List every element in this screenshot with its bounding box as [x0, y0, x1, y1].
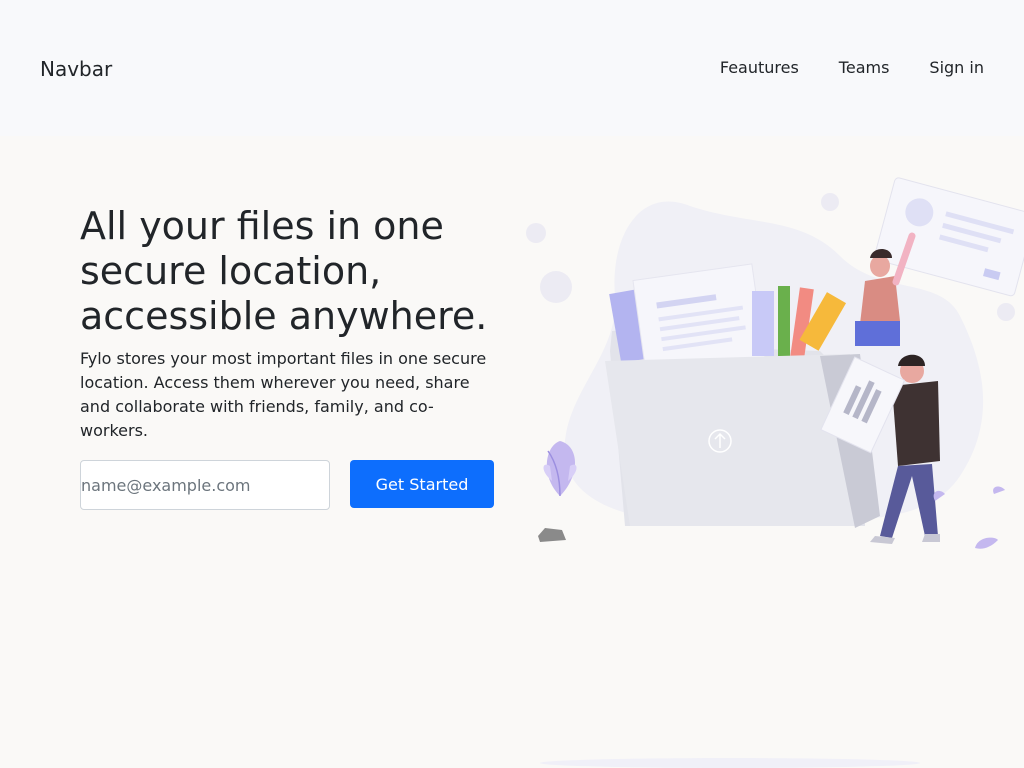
navbar-brand[interactable]: Navbar — [40, 57, 112, 81]
hero-title: All your files in one secure location, a… — [80, 204, 488, 338]
nav-link-sign-in[interactable]: Sign in — [929, 58, 984, 77]
nav-link-features[interactable]: Feautures — [720, 58, 799, 77]
hero-section: All your files in one secure location, a… — [0, 136, 1024, 768]
nav-link-teams[interactable]: Teams — [839, 58, 890, 77]
bottom-shadow — [540, 758, 920, 768]
hero-description: Fylo stores your most important files in… — [80, 349, 487, 440]
file-sharing-illustration — [526, 177, 1024, 549]
navbar: Navbar Feautures Teams Sign in — [0, 0, 1024, 136]
email-input[interactable] — [80, 460, 330, 510]
nav-links: Feautures Teams Sign in — [720, 58, 984, 77]
get-started-button[interactable]: Get Started — [350, 460, 494, 508]
